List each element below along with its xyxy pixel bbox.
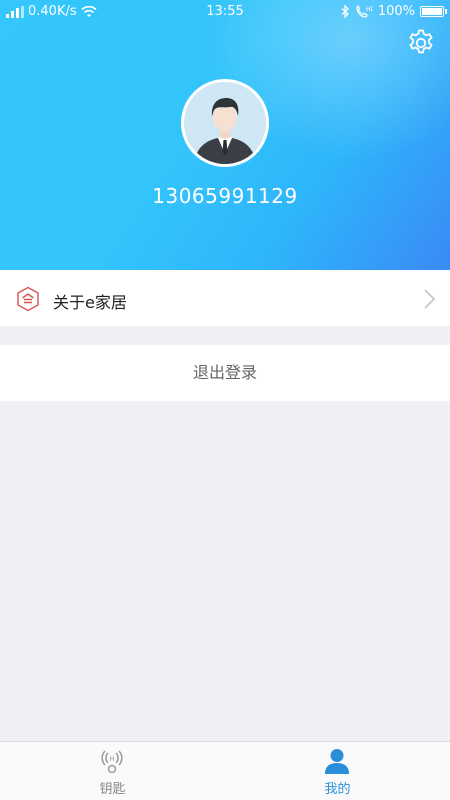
bluetooth-icon bbox=[341, 5, 349, 18]
battery-percent: 100% bbox=[377, 4, 415, 19]
shield-house-icon bbox=[17, 286, 39, 312]
about-label: 关于e家居 bbox=[53, 293, 127, 312]
battery-fill bbox=[422, 8, 442, 15]
person-icon bbox=[325, 749, 349, 774]
battery-icon bbox=[420, 6, 447, 17]
status-right: HD 100% bbox=[340, 4, 447, 19]
svg-text:HD: HD bbox=[366, 6, 373, 13]
tab-keys-label: 钥匙 bbox=[99, 782, 126, 797]
key-wireless-icon: H bbox=[101, 750, 123, 774]
tab-mine-label: 我的 bbox=[324, 782, 351, 797]
profile-header: 0.40K/s 13:55 HD 100% 13065991129 bbox=[0, 0, 450, 270]
phone-number: 13065991129 bbox=[152, 184, 298, 208]
logout-button[interactable]: 退出登录 bbox=[0, 345, 450, 401]
svg-text:H: H bbox=[109, 755, 114, 763]
gear-icon[interactable] bbox=[406, 28, 436, 58]
status-bar: 0.40K/s 13:55 HD 100% bbox=[0, 0, 450, 24]
tab-bar: H 钥匙 我的 bbox=[0, 741, 450, 800]
avatar[interactable] bbox=[181, 79, 269, 167]
about-row[interactable]: 关于e家居 bbox=[0, 270, 450, 326]
chevron-right-icon bbox=[424, 289, 436, 309]
tab-mine[interactable]: 我的 bbox=[225, 742, 450, 800]
user-avatar-icon bbox=[184, 82, 266, 164]
hd-call-icon: HD bbox=[356, 5, 373, 18]
tab-keys[interactable]: H 钥匙 bbox=[0, 742, 225, 800]
